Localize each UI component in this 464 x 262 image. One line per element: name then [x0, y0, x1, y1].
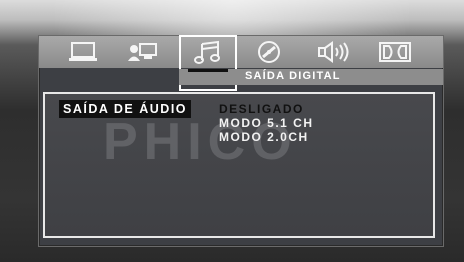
- speaker-icon: [318, 41, 349, 63]
- monitor-icon: [69, 42, 97, 61]
- user-screen-icon: [128, 43, 157, 61]
- selected-tab-underline: [188, 69, 228, 72]
- option-5-1-ch[interactable]: MODO 5.1 CH: [219, 116, 314, 130]
- tab-dolby[interactable]: [373, 36, 417, 68]
- tab-disc[interactable]: [247, 36, 291, 68]
- section-title: SAÍDA DIGITAL: [245, 70, 341, 82]
- music-note-icon: [194, 40, 220, 64]
- option-off[interactable]: DESLIGADO: [219, 102, 304, 116]
- setting-label-audio-output[interactable]: SAÍDA DE ÁUDIO: [59, 100, 192, 118]
- setup-menu-panel: SAÍDA DIGITAL PHICO SAÍDA DE ÁUDIO DESLI…: [38, 35, 444, 247]
- disc-icon: [258, 41, 280, 63]
- dolby-icon: [379, 42, 411, 62]
- tab-general[interactable]: [61, 36, 105, 68]
- tab-speaker[interactable]: [313, 36, 357, 68]
- menu-icon-bar: [39, 35, 443, 91]
- tab-user[interactable]: [121, 36, 165, 68]
- settings-content-area: PHICO SAÍDA DE ÁUDIO DESLIGADO MODO 5.1 …: [43, 92, 435, 238]
- option-2-0-ch[interactable]: MODO 2.0CH: [219, 130, 309, 144]
